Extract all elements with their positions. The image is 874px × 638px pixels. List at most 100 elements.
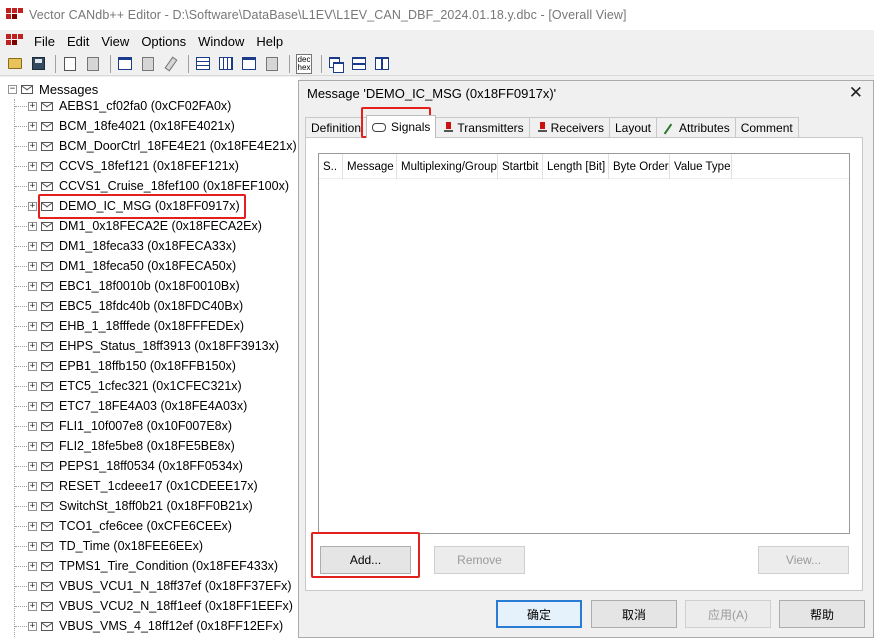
tree-item-message[interactable]: + DM1_18feca33 (0x18FECA33x) bbox=[15, 237, 236, 255]
tab-receivers[interactable]: Receivers bbox=[528, 117, 610, 137]
copy-icon[interactable] bbox=[60, 54, 80, 74]
tab-signals[interactable]: Signals bbox=[366, 115, 437, 138]
tab-transmitters[interactable]: Transmitters bbox=[435, 117, 530, 137]
expand-icon[interactable]: + bbox=[28, 401, 37, 411]
expand-icon[interactable]: + bbox=[28, 341, 37, 351]
tree-item-message[interactable]: + VBUS_VCU1_N_18ff37ef (0x18FF37EFx) bbox=[15, 577, 292, 595]
expand-icon[interactable]: + bbox=[28, 441, 37, 451]
dec-hex-icon[interactable]: dec hex bbox=[294, 53, 314, 74]
tree-item-message[interactable]: + FLI1_10f007e8 (0x10F007E8x) bbox=[15, 417, 232, 435]
menu-options[interactable]: Options bbox=[135, 34, 192, 49]
menu-window[interactable]: Window bbox=[192, 34, 250, 49]
cancel-button[interactable]: 取消 bbox=[591, 600, 677, 628]
messages-tree[interactable]: − Messages + AEBS1_cf02fa0 (0xCF02FA0x) + B… bbox=[0, 77, 300, 638]
view-button[interactable]: View... bbox=[758, 546, 849, 574]
expand-icon[interactable]: + bbox=[28, 181, 37, 191]
tree-item-message[interactable]: + SwitchSt_18ff0b21 (0x18FF0B21x) bbox=[15, 497, 253, 515]
tree-item-message[interactable]: + ETC7_18FE4A03 (0x18FE4A03x) bbox=[15, 397, 247, 415]
view-icon[interactable] bbox=[262, 54, 282, 74]
tree-item-message[interactable]: + TPMS1_Tire_Condition (0x18FEF433x) bbox=[15, 557, 278, 575]
menu-view[interactable]: View bbox=[95, 34, 135, 49]
column-header-byte-order[interactable]: Byte Order bbox=[609, 154, 670, 179]
expand-icon[interactable]: + bbox=[28, 361, 37, 371]
tree-item-message[interactable]: + BCM_DoorCtrl_18FE4E21 (0x18FE4E21x) bbox=[15, 137, 297, 155]
cascade-icon[interactable] bbox=[326, 54, 346, 74]
expand-icon[interactable]: + bbox=[28, 621, 37, 631]
tree-item-message[interactable]: + TD_Time (0x18FEE6EEx) bbox=[15, 537, 203, 555]
column-header-multiplexing-group[interactable]: Multiplexing/Group bbox=[397, 154, 498, 179]
tree-item-message[interactable]: + DM1_0x18FECA2E (0x18FECA2Ex) bbox=[15, 217, 262, 235]
expand-icon[interactable]: + bbox=[28, 501, 37, 511]
tree-item-message[interactable]: + DEMO_IC_MSG (0x18FF0917x) bbox=[15, 197, 240, 215]
tree-item-message[interactable]: + VBUS_VMS_4_18ff12ef (0x18FF12EFx) bbox=[15, 617, 283, 635]
expand-icon[interactable]: + bbox=[28, 261, 37, 271]
properties-icon[interactable] bbox=[115, 54, 135, 74]
help-button[interactable]: 帮助 bbox=[779, 600, 865, 628]
save-icon[interactable] bbox=[28, 54, 48, 74]
expand-icon[interactable]: + bbox=[28, 481, 37, 491]
window-icon[interactable] bbox=[239, 54, 259, 74]
add-button[interactable]: Add... bbox=[320, 546, 411, 574]
tree-item-message[interactable]: + AEBS1_cf02fa0 (0xCF02FA0x) bbox=[15, 97, 231, 115]
tree-item-message[interactable]: + EBC5_18fdc40b (0x18FDC40Bx) bbox=[15, 297, 243, 315]
expand-icon[interactable]: + bbox=[28, 161, 37, 171]
tree-item-message[interactable]: + RESET_1cdeee17 (0x1CDEEE17x) bbox=[15, 477, 258, 495]
expand-icon[interactable]: + bbox=[28, 561, 37, 571]
column-header-startbit[interactable]: Startbit bbox=[498, 154, 543, 179]
tree-root-messages[interactable]: − Messages bbox=[8, 81, 98, 97]
tree-item-message[interactable]: + PEPS1_18ff0534 (0x18FF0534x) bbox=[15, 457, 243, 475]
collapse-icon[interactable]: − bbox=[8, 84, 17, 94]
tile-vertical-icon[interactable] bbox=[372, 54, 392, 74]
tab-layout[interactable]: Layout bbox=[608, 117, 658, 137]
expand-icon[interactable]: + bbox=[28, 201, 37, 211]
expand-icon[interactable]: + bbox=[28, 241, 37, 251]
signals-table[interactable]: S.. Message Multiplexing/Group Startbit … bbox=[318, 153, 850, 534]
disabled-icon[interactable] bbox=[138, 54, 158, 74]
expand-icon[interactable]: + bbox=[28, 281, 37, 291]
tab-comment[interactable]: Comment bbox=[734, 117, 799, 137]
column-header-message[interactable]: Message bbox=[343, 154, 397, 179]
tree-item-message[interactable]: + VBUS_VCU2_N_18ff1eef (0x18FF1EEFx) bbox=[15, 597, 293, 615]
menu-file[interactable]: File bbox=[28, 34, 61, 49]
close-icon[interactable]: ✕ bbox=[849, 83, 863, 103]
tree-item-message[interactable]: + EBC1_18f0010b (0x18F0010Bx) bbox=[15, 277, 240, 295]
expand-icon[interactable]: + bbox=[28, 421, 37, 431]
table-icon[interactable] bbox=[193, 54, 213, 74]
expand-icon[interactable]: + bbox=[28, 521, 37, 531]
column-header-s[interactable]: S.. bbox=[319, 154, 343, 179]
tile-horizontal-icon[interactable] bbox=[349, 54, 369, 74]
tree-item-message[interactable]: + FLI2_18fe5be8 (0x18FE5BE8x) bbox=[15, 437, 235, 455]
menu-help[interactable]: Help bbox=[250, 34, 289, 49]
column-header-value-type[interactable]: Value Type bbox=[670, 154, 732, 179]
tree-item-message[interactable]: + EHB_1_18fffede (0x18FFFEDEx) bbox=[15, 317, 244, 335]
expand-icon[interactable]: + bbox=[28, 601, 37, 611]
tree-item-message[interactable]: + TCO1_cfe6cee (0xCFE6CEEx) bbox=[15, 517, 232, 535]
tree-item-message[interactable]: + CCVS1_Cruise_18fef100 (0x18FEF100x) bbox=[15, 177, 289, 195]
expand-icon[interactable]: + bbox=[28, 121, 37, 131]
expand-icon[interactable]: + bbox=[28, 461, 37, 471]
tree-item-message[interactable]: + EHPS_Status_18ff3913 (0x18FF3913x) bbox=[15, 337, 279, 355]
open-folder-icon[interactable] bbox=[5, 54, 25, 74]
menu-edit[interactable]: Edit bbox=[61, 34, 95, 49]
expand-icon[interactable]: + bbox=[28, 141, 37, 151]
tab-definition[interactable]: Definition bbox=[305, 117, 368, 137]
grid-icon[interactable] bbox=[216, 54, 236, 74]
expand-icon[interactable]: + bbox=[28, 321, 37, 331]
tab-attributes[interactable]: Attributes bbox=[656, 117, 736, 137]
tree-item-message[interactable]: + DM1_18feca50 (0x18FECA50x) bbox=[15, 257, 236, 275]
ok-button[interactable]: 确定 bbox=[496, 600, 582, 628]
expand-icon[interactable]: + bbox=[28, 301, 37, 311]
tool-icon[interactable] bbox=[161, 54, 181, 74]
expand-icon[interactable]: + bbox=[28, 101, 37, 111]
tree-item-message[interactable]: + CCVS_18fef121 (0x18FEF121x) bbox=[15, 157, 239, 175]
expand-icon[interactable]: + bbox=[28, 221, 37, 231]
column-header-length[interactable]: Length [Bit] bbox=[543, 154, 609, 179]
remove-button[interactable]: Remove bbox=[434, 546, 525, 574]
expand-icon[interactable]: + bbox=[28, 381, 37, 391]
vector-logo-icon[interactable] bbox=[6, 34, 24, 48]
expand-icon[interactable]: + bbox=[28, 541, 37, 551]
tree-item-message[interactable]: + EPB1_18ffb150 (0x18FFB150x) bbox=[15, 357, 236, 375]
expand-icon[interactable]: + bbox=[28, 581, 37, 591]
paste-icon[interactable] bbox=[83, 54, 103, 74]
tree-item-message[interactable]: + BCM_18fe4021 (0x18FE4021x) bbox=[15, 117, 235, 135]
